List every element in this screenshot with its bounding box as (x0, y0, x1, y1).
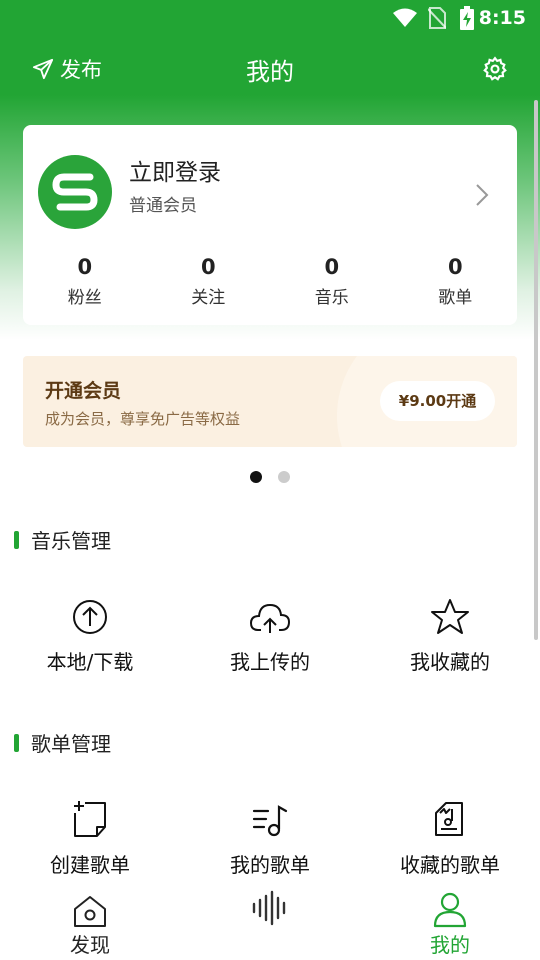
app-bar: 发布 我的 (0, 40, 540, 100)
bottom-tab-bar: 发现 我的 (0, 884, 540, 960)
stat-label: 音乐 (314, 288, 349, 308)
logo-s-icon (52, 173, 98, 211)
section-title: 歌单管理 (31, 732, 111, 756)
status-bar: 8:15 (0, 0, 540, 36)
vip-title: 开通会员 (45, 380, 122, 402)
carousel-indicator (0, 471, 540, 483)
section-accent-bar (14, 733, 19, 752)
section-title: 音乐管理 (31, 529, 111, 553)
profile-card[interactable]: 立即登录 普通会员 0 粉丝 0 关注 0 音乐 0 歌单 (23, 125, 517, 325)
tab-mine[interactable]: 我的 (360, 884, 540, 960)
stat-playlists[interactable]: 0 歌单 (394, 255, 518, 308)
profile-stats: 0 粉丝 0 关注 0 音乐 0 歌单 (23, 255, 517, 308)
vip-subscribe-button[interactable]: ¥9.00开通 (380, 381, 495, 421)
stat-value: 0 (447, 255, 463, 279)
tab-discover[interactable]: 发现 (0, 884, 180, 960)
avatar[interactable] (38, 155, 112, 229)
member-level: 普通会员 (129, 196, 197, 216)
vip-banner[interactable]: 开通会员 成为会员，尊享免广告等权益 ¥9.00开通 (23, 356, 517, 447)
chevron-right-icon[interactable] (475, 183, 489, 207)
waveform-icon (252, 890, 286, 926)
stat-label: 粉丝 (67, 288, 102, 308)
login-prompt[interactable]: 立即登录 (129, 153, 221, 187)
status-time: 8:15 (478, 7, 526, 29)
tab-player[interactable] (180, 884, 360, 960)
gear-icon (483, 56, 507, 81)
local-download-item[interactable]: 本地/下载 (0, 592, 180, 675)
item-label: 创建歌单 (50, 853, 130, 877)
playlist-section-header: 歌单管理 (14, 728, 111, 757)
stat-following[interactable]: 0 关注 (147, 255, 271, 308)
star-icon (431, 599, 469, 634)
stat-label: 歌单 (438, 288, 473, 308)
stat-value: 0 (77, 255, 93, 279)
person-icon (433, 892, 467, 928)
battery-charging-icon (460, 6, 474, 30)
create-playlist-item[interactable]: 创建歌单 (0, 795, 180, 878)
wifi-icon (393, 8, 417, 27)
tab-label: 发现 (70, 933, 110, 957)
stat-value: 0 (324, 255, 340, 279)
item-label: 我收藏的 (410, 650, 490, 674)
item-label: 我的歌单 (230, 853, 310, 877)
carousel-dot-active[interactable] (250, 471, 262, 483)
item-label: 收藏的歌单 (400, 853, 500, 877)
item-label: 我上传的 (230, 650, 310, 674)
stat-music[interactable]: 0 音乐 (270, 255, 394, 308)
page-title: 我的 (246, 58, 294, 86)
vip-subtitle: 成为会员，尊享免广告等权益 (45, 410, 241, 428)
collected-playlist-icon (435, 802, 463, 836)
cloud-upload-icon (249, 603, 291, 633)
stat-fans[interactable]: 0 粉丝 (23, 255, 147, 308)
playlist-icon (252, 805, 288, 837)
my-uploads-item[interactable]: 我上传的 (180, 592, 360, 675)
stat-value: 0 (200, 255, 216, 279)
no-sim-icon (428, 7, 446, 29)
home-icon (74, 896, 106, 927)
my-favorites-item[interactable]: 我收藏的 (360, 592, 540, 675)
settings-button[interactable] (482, 56, 508, 86)
my-playlists-item[interactable]: 我的歌单 (180, 795, 360, 878)
music-grid: 本地/下载 我上传的 我收藏的 (0, 592, 540, 675)
carousel-dot[interactable] (278, 471, 290, 483)
upload-circle-icon (73, 600, 107, 634)
stat-label: 关注 (191, 288, 226, 308)
playlist-grid: 创建歌单 我的歌单 收藏的歌单 (0, 795, 540, 878)
music-section-header: 音乐管理 (14, 525, 111, 554)
collected-playlists-item[interactable]: 收藏的歌单 (360, 795, 540, 878)
create-playlist-icon (74, 801, 106, 837)
tab-label: 我的 (430, 933, 470, 957)
scrollbar[interactable] (534, 100, 538, 640)
item-label: 本地/下载 (46, 650, 134, 674)
section-accent-bar (14, 530, 19, 549)
